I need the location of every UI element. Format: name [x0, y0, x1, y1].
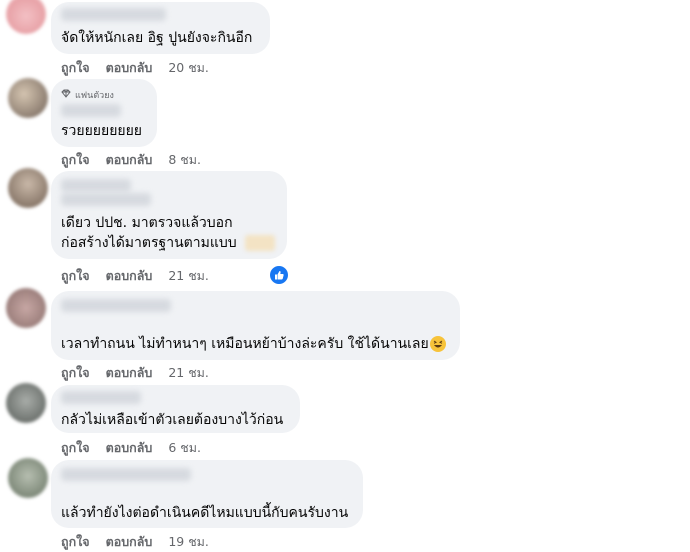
comment-actions: ถูกใจ ตอบกลับ 21 ชม. [61, 266, 209, 286]
comment-actions: ถูกใจ ตอบกลับ 21 ชม. [61, 363, 209, 383]
reply-button[interactable]: ตอบกลับ [106, 58, 153, 78]
avatar[interactable] [6, 383, 46, 423]
like-button[interactable]: ถูกใจ [61, 266, 90, 286]
commenter-name[interactable] [61, 8, 166, 21]
comment-text: จัดให้หนักเลย อิฐ ปูนยังจะกินอีก [61, 30, 253, 46]
commenter-name[interactable] [61, 104, 121, 117]
like-button[interactable]: ถูกใจ [61, 532, 90, 552]
top-fan-badge[interactable]: แฟนตัวยง [61, 88, 114, 102]
comment-actions: ถูกใจ ตอบกลับ 20 ชม. [61, 58, 209, 78]
timestamp[interactable]: 21 ชม. [168, 266, 209, 286]
comment-bubble: เดียว ปปช. มาตรวจแล้วบอก ก่อสร้างได้มาตร… [51, 171, 287, 259]
comment-text: แล้วทำยังไงต่อดำเนินคดีไหมแบบนี้กับคนรับ… [61, 505, 349, 521]
commenter-name[interactable] [61, 391, 141, 404]
like-button[interactable]: ถูกใจ [61, 363, 90, 383]
laughing-emoji-icon [429, 336, 446, 352]
timestamp[interactable]: 6 ชม. [168, 438, 201, 458]
comment-text-line-2: ก่อสร้างได้มาตรฐานตามแบบ [61, 233, 275, 253]
like-button[interactable]: ถูกใจ [61, 438, 90, 458]
comment-bubble: แฟนตัวยง รวยยยยยยยย [51, 79, 157, 147]
comment-text: กลัวไม่เหลือเข้าตัวเลยต้องบางไว้ก่อน [61, 412, 284, 428]
avatar[interactable] [6, 288, 46, 328]
commenter-name-extra [61, 193, 151, 206]
comment-text-row: เวลาทำถนน ไม่ทำหนาๆ เหมือนหย้าบ้างล่ะครั… [61, 334, 446, 354]
avatar[interactable] [8, 458, 48, 498]
comment-text-line-1: เดียว ปปช. มาตรวจแล้วบอก [61, 215, 233, 231]
reply-button[interactable]: ตอบกลับ [106, 150, 153, 170]
blurred-emoji [244, 235, 275, 251]
timestamp[interactable]: 8 ชม. [168, 150, 201, 170]
avatar[interactable] [8, 78, 48, 118]
comment-bubble: เวลาทำถนน ไม่ทำหนาๆ เหมือนหย้าบ้างล่ะครั… [51, 291, 460, 360]
like-button[interactable]: ถูกใจ [61, 58, 90, 78]
timestamp[interactable]: 21 ชม. [168, 363, 209, 383]
like-reaction-icon[interactable] [268, 264, 290, 286]
reply-button[interactable]: ตอบกลับ [106, 532, 153, 552]
comment-text: รวยยยยยยยย [61, 123, 143, 139]
commenter-name[interactable] [61, 179, 131, 192]
comment-actions: ถูกใจ ตอบกลับ 6 ชม. [61, 438, 201, 458]
commenter-name[interactable] [61, 299, 171, 312]
reply-button[interactable]: ตอบกลับ [106, 363, 153, 383]
avatar[interactable] [8, 168, 48, 208]
commenter-name[interactable] [61, 468, 191, 481]
avatar[interactable] [6, 0, 46, 34]
timestamp[interactable]: 19 ชม. [168, 532, 209, 552]
reply-button[interactable]: ตอบกลับ [106, 438, 153, 458]
reply-button[interactable]: ตอบกลับ [106, 266, 153, 286]
comment-bubble: จัดให้หนักเลย อิฐ ปูนยังจะกินอีก [51, 2, 270, 54]
like-button[interactable]: ถูกใจ [61, 150, 90, 170]
timestamp[interactable]: 20 ชม. [168, 58, 209, 78]
comment-bubble: กลัวไม่เหลือเข้าตัวเลยต้องบางไว้ก่อน [51, 385, 300, 433]
comment-bubble: แล้วทำยังไงต่อดำเนินคดีไหมแบบนี้กับคนรับ… [51, 460, 363, 528]
comment-text: เวลาทำถนน ไม่ทำหนาๆ เหมือนหย้าบ้างล่ะครั… [61, 336, 429, 352]
comment-actions: ถูกใจ ตอบกลับ 19 ชม. [61, 532, 209, 552]
diamond-icon [61, 89, 71, 101]
comment-text: ก่อสร้างได้มาตรฐานตามแบบ [61, 235, 237, 251]
comment-actions: ถูกใจ ตอบกลับ 8 ชม. [61, 150, 201, 170]
badge-label: แฟนตัวยง [75, 91, 114, 101]
